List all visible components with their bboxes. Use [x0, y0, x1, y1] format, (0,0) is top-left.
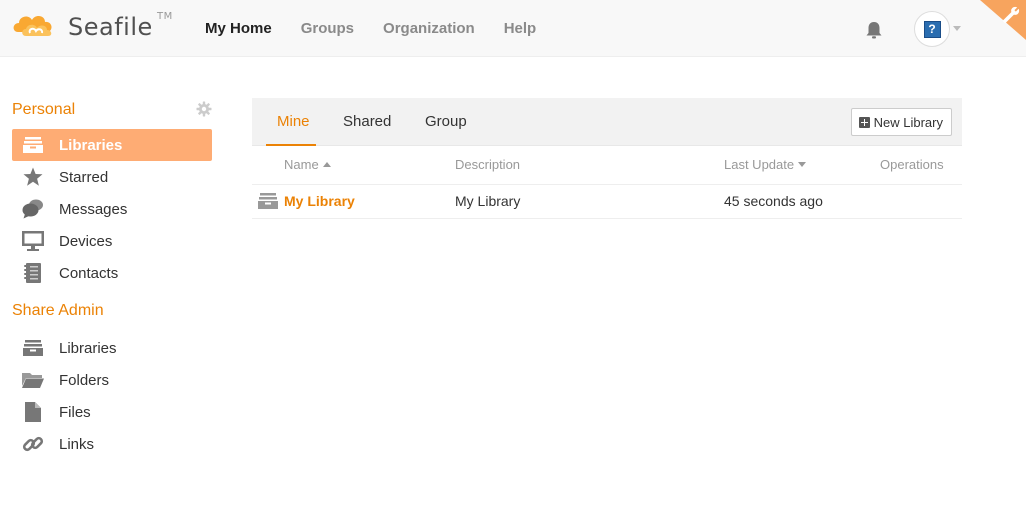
- file-icon: [22, 402, 44, 422]
- library-operations-cell: [880, 184, 962, 219]
- sidebar-item-label: Libraries: [59, 339, 117, 357]
- star-icon: [22, 167, 44, 187]
- avatar-help-glyph: ?: [923, 20, 941, 38]
- wrench-corner-icon[interactable]: [980, 0, 1026, 40]
- personal-heading: Personal: [12, 98, 212, 122]
- sort-desc-icon: [798, 162, 807, 168]
- header-icon-cell: [252, 146, 284, 185]
- sidebar-item-contacts[interactable]: Contacts: [12, 257, 212, 289]
- sidebar-item-messages[interactable]: Messages: [12, 193, 212, 225]
- contacts-icon: [22, 263, 44, 283]
- table-row[interactable]: My Library My Library 45 seconds ago: [252, 184, 962, 219]
- library-name-cell: My Library: [284, 184, 455, 219]
- library-last-update-cell: 45 seconds ago: [724, 184, 880, 219]
- nav-groups[interactable]: Groups: [301, 19, 354, 39]
- nav-help[interactable]: Help: [504, 19, 537, 39]
- main-nav: My Home Groups Organization Help: [205, 19, 565, 39]
- messages-icon: [22, 199, 44, 219]
- chevron-down-icon[interactable]: [953, 26, 961, 31]
- share-admin-heading: Share Admin: [12, 302, 104, 319]
- sidebar-item-share-folders[interactable]: Folders: [12, 364, 212, 396]
- seafile-logo[interactable]: Seafile TM: [12, 10, 173, 44]
- sidebar-item-label: Devices: [59, 232, 113, 250]
- top-header: Seafile TM My Home Groups Organization He…: [0, 0, 1026, 57]
- plus-icon: [858, 116, 870, 128]
- column-name[interactable]: Name: [284, 146, 455, 185]
- new-library-label: New Library: [873, 114, 943, 130]
- sidebar-item-libraries[interactable]: Libraries: [12, 129, 212, 161]
- table-header-row: Name Description Last Update Operations: [252, 146, 962, 185]
- nav-my-home[interactable]: My Home: [205, 19, 272, 39]
- tab-group[interactable]: Group: [425, 98, 467, 146]
- logo-text: Seafile TM: [68, 11, 173, 42]
- library-icon: [22, 338, 44, 358]
- link-icon: [22, 434, 44, 454]
- sidebar-item-label: Contacts: [59, 264, 119, 282]
- sidebar-item-devices[interactable]: Devices: [12, 225, 212, 257]
- library-table: Name Description Last Update Operations …: [252, 146, 962, 219]
- sidebar-item-label: Folders: [59, 371, 110, 389]
- monitor-icon: [22, 231, 44, 251]
- tab-shared[interactable]: Shared: [343, 98, 391, 146]
- sidebar-item-label: Files: [59, 403, 91, 421]
- sidebar-item-starred[interactable]: Starred: [12, 161, 212, 193]
- column-last-update[interactable]: Last Update: [724, 146, 880, 185]
- library-icon: [22, 135, 44, 155]
- sidebar-item-label: Messages: [59, 200, 128, 218]
- sort-asc-icon: [322, 162, 331, 168]
- library-row-icon-cell: [252, 184, 284, 219]
- nav-organization[interactable]: Organization: [383, 19, 475, 39]
- bell-icon[interactable]: [864, 20, 884, 40]
- personal-nav-list: Libraries Starred Messages Devices Conta…: [12, 129, 212, 289]
- library-tabs: Mine Shared Group New Library: [252, 98, 962, 146]
- sidebar-item-label: Libraries: [59, 136, 123, 154]
- gear-icon[interactable]: [196, 101, 212, 117]
- cloud-logo-icon: [13, 16, 52, 36]
- share-admin-nav-list: Libraries Folders Files Links: [12, 332, 212, 460]
- library-icon: [258, 193, 278, 209]
- folder-icon: [22, 370, 44, 390]
- column-description: Description: [455, 146, 724, 185]
- column-operations: Operations: [880, 146, 962, 185]
- active-tab-indicator: [266, 144, 316, 146]
- library-description-cell: My Library: [455, 184, 724, 219]
- main-panel: Mine Shared Group New Library Name Descr…: [252, 98, 962, 219]
- sidebar-item-share-libraries[interactable]: Libraries: [12, 332, 212, 364]
- sidebar: Personal Libraries Starred Messages Devi…: [12, 98, 212, 470]
- logo-trademark: TM: [157, 11, 173, 22]
- avatar[interactable]: ?: [914, 11, 950, 47]
- sidebar-item-share-links[interactable]: Links: [12, 428, 212, 460]
- tab-mine[interactable]: Mine: [277, 98, 310, 146]
- sidebar-item-label: Links: [59, 435, 95, 453]
- library-name-link[interactable]: My Library: [284, 193, 355, 209]
- sidebar-item-label: Starred: [59, 168, 109, 186]
- sidebar-item-share-files[interactable]: Files: [12, 396, 212, 428]
- new-library-button[interactable]: New Library: [850, 108, 952, 136]
